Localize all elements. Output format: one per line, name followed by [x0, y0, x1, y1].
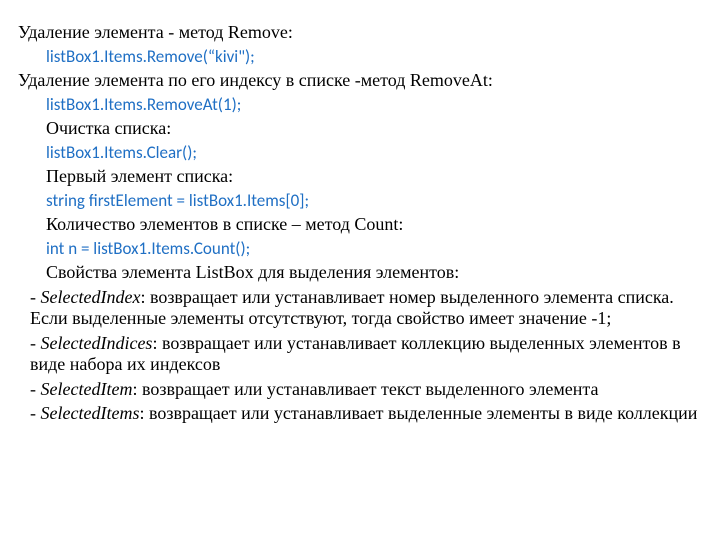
- code-removeat: listBox1.Items.RemoveAt(1);: [18, 95, 702, 115]
- property-name-selecteditem: SelectedItem: [41, 379, 133, 399]
- property-name-selectedindices: SelectedIndices: [41, 333, 153, 353]
- bullet-dash: -: [30, 403, 41, 423]
- text-first-element-heading: Первый элемент списка:: [18, 166, 702, 188]
- bullet-dash: -: [30, 333, 41, 353]
- text-count-heading: Количество элементов в списке – метод Co…: [18, 214, 702, 236]
- text-removeat-heading: Удаление элемента по его индексу в списк…: [18, 70, 702, 92]
- property-selecteditem: - SelectedItem: возвращает или устанавли…: [18, 379, 702, 401]
- property-name-selectedindex: SelectedIndex: [41, 287, 141, 307]
- property-desc-selecteditem: : возвращает или устанавливает текст выд…: [132, 379, 598, 399]
- document-page: Удаление элемента - метод Remove: listBo…: [0, 0, 720, 446]
- bullet-dash: -: [30, 379, 41, 399]
- code-first-element: string firstElement = listBox1.Items[0];: [18, 191, 702, 211]
- property-selectedindices: - SelectedIndices: возвращает или устана…: [18, 333, 702, 376]
- code-clear: listBox1.Items.Clear();: [18, 143, 702, 163]
- property-selectedindex: - SelectedIndex: возвращает или устанавл…: [18, 287, 702, 330]
- code-count: int n = listBox1.Items.Count();: [18, 239, 702, 259]
- text-clear-heading: Очистка списка:: [18, 118, 702, 140]
- property-name-selecteditems: SelectedItems: [41, 403, 140, 423]
- text-remove-method-heading: Удаление элемента - метод Remove:: [18, 22, 702, 44]
- text-listbox-properties-heading: Свойства элемента ListBox для выделения …: [18, 262, 702, 284]
- code-remove: listBox1.Items.Remove(“kivi");: [18, 47, 702, 67]
- property-desc-selecteditems: : возвращает или устанавливает выделенны…: [139, 403, 697, 423]
- property-selecteditems: - SelectedItems: возвращает или устанавл…: [18, 403, 702, 425]
- bullet-dash: -: [30, 287, 41, 307]
